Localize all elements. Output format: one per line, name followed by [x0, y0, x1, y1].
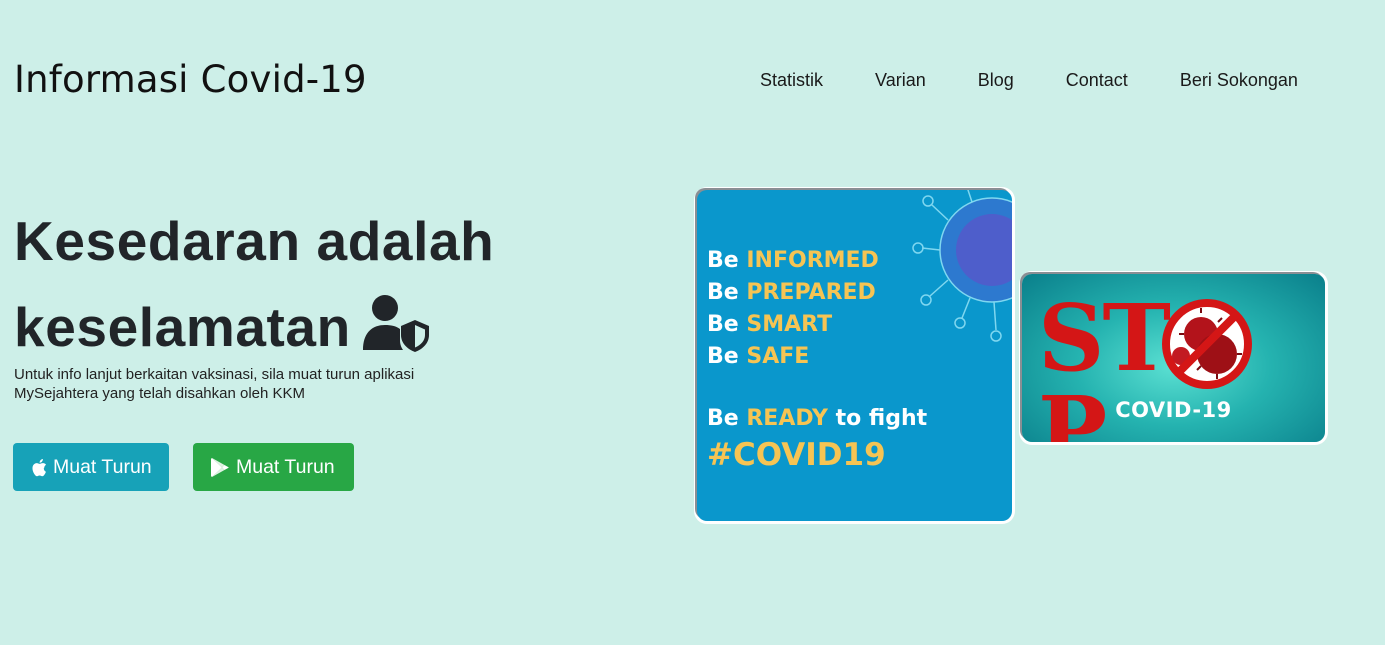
slogan-line-3: Be SMART: [707, 309, 927, 341]
nav-varian[interactable]: Varian: [875, 70, 926, 91]
nav-beri-sokongan[interactable]: Beri Sokongan: [1180, 70, 1298, 91]
slogan-line-2: Be PREPARED: [707, 277, 927, 309]
google-play-icon: [210, 457, 230, 478]
google-play-button-label: Muat Turun: [236, 455, 335, 478]
hero-title-line-2-text: keselamatan: [14, 296, 351, 358]
apple-icon: [31, 458, 47, 477]
nav-contact[interactable]: Contact: [1066, 70, 1128, 91]
be-informed-poster: Be INFORMED Be PREPARED Be SMART Be SAFE…: [697, 190, 1012, 521]
slogan-line-2-prefix: Be: [707, 280, 747, 305]
hero-title-line-1: Kesedaran adalah: [14, 210, 495, 272]
stop-poster-caption: COVID-19: [1115, 398, 1232, 422]
slogan-line-3-highlight: SMART: [746, 312, 833, 337]
nav-blog[interactable]: Blog: [978, 70, 1014, 91]
google-play-download-button[interactable]: Muat Turun: [193, 443, 354, 491]
slogan-line-1: Be INFORMED: [707, 245, 927, 277]
poster-slogan: Be INFORMED Be PREPARED Be SMART Be SAFE…: [707, 245, 927, 475]
slogan-line-1-prefix: Be: [707, 248, 747, 273]
app-store-button-label: Muat Turun: [53, 455, 152, 478]
hero-title: Kesedaran adalah keselamatan: [14, 198, 494, 376]
no-virus-icon: [1162, 299, 1252, 389]
slogan-line-3-prefix: Be: [707, 312, 747, 337]
slogan-hashtag: #COVID19: [707, 437, 886, 473]
slogan-line-4: Be SAFE: [707, 341, 927, 373]
hero-title-line-2: keselamatan: [14, 284, 494, 376]
slogan-line-1-highlight: INFORMED: [746, 248, 879, 273]
user-shield-icon: [361, 290, 431, 376]
slogan-line-4-prefix: Be: [707, 344, 747, 369]
slogan-line-2-highlight: PREPARED: [746, 280, 876, 305]
slogan-ready-line: Be READY to fight: [707, 403, 927, 435]
slogan-ready-suffix: to fight: [827, 406, 928, 431]
slogan-line-4-highlight: SAFE: [746, 344, 810, 369]
app-store-download-button[interactable]: Muat Turun: [13, 443, 169, 491]
slogan-ready-highlight: READY: [746, 406, 828, 431]
main-nav: Statistik Varian Blog Contact Beri Sokon…: [760, 70, 1350, 91]
stop-covid-poster: STP COVID-19: [1022, 274, 1325, 442]
slogan-ready-prefix: Be: [707, 406, 747, 431]
hero-subtitle: Untuk info lanjut berkaitan vaksinasi, s…: [14, 366, 415, 402]
site-brand[interactable]: Informasi Covid-19: [14, 58, 367, 101]
nav-statistik[interactable]: Statistik: [760, 70, 823, 91]
